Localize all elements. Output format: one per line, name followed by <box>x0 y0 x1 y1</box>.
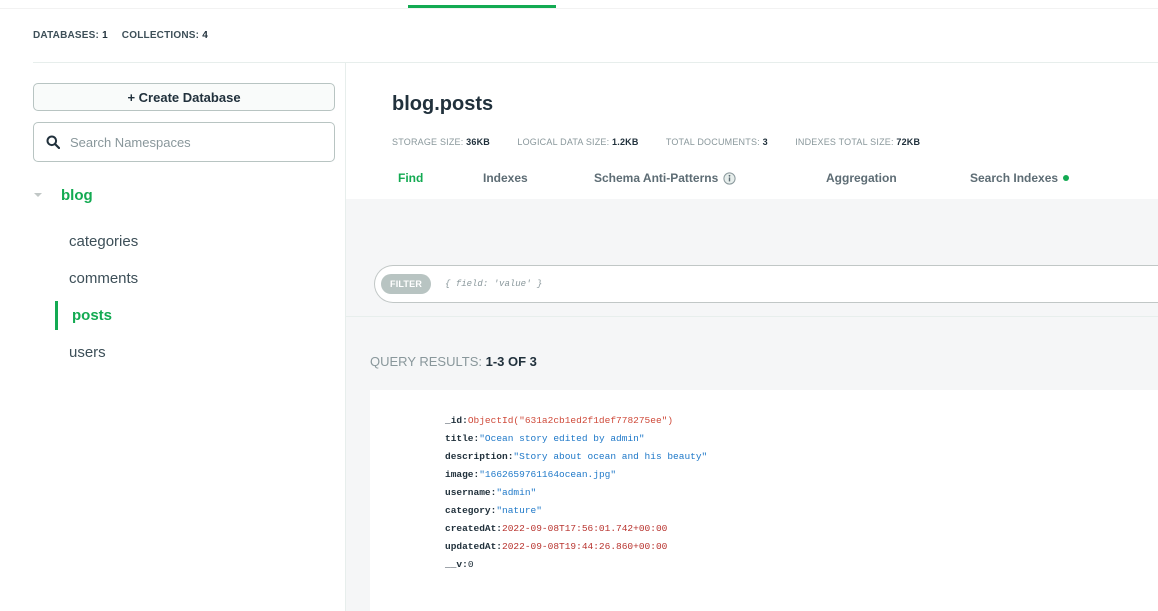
collection-tabs: Find Indexes Schema Anti-Patterns Aggreg… <box>346 169 1158 199</box>
field-key: updatedAt: <box>445 541 503 552</box>
caret-down-icon[interactable] <box>33 190 43 200</box>
tab-search-indexes-label: Search Indexes <box>970 171 1059 185</box>
tab-indexes[interactable]: Indexes <box>483 171 528 185</box>
field-value: "1662659761164ocean.jpg" <box>479 469 617 480</box>
indexes-size-label: INDEXES TOTAL SIZE: <box>795 137 894 147</box>
sidebar-db-blog[interactable]: blog <box>33 181 93 209</box>
find-panel: FILTER { field: 'value' } QUERY RESULTS:… <box>346 199 1158 611</box>
document-field-title: title:"Ocean story edited by admin" <box>445 430 707 448</box>
databases-label: DATABASES: <box>33 30 100 41</box>
document-field-username: username:"admin" <box>445 484 707 502</box>
query-results-range: 1-3 OF 3 <box>485 354 537 369</box>
create-database-button[interactable]: + Create Database <box>33 83 335 111</box>
collections-label: COLLECTIONS: <box>121 30 200 41</box>
tab-schema-label: Schema Anti-Patterns <box>594 171 719 185</box>
tab-aggregation-label: Aggregation <box>826 171 897 185</box>
sidebar-item-users[interactable]: users <box>0 334 345 371</box>
field-key: username: <box>445 487 497 498</box>
storage-size-label: STORAGE SIZE: <box>392 137 464 147</box>
document-field-updatedat: updatedAt:2022-09-08T19:44:26.860+00:00 <box>445 538 707 556</box>
field-value: "admin" <box>496 487 537 498</box>
field-key: category: <box>445 505 497 516</box>
collections-count: 4 <box>202 30 208 41</box>
tab-aggregation[interactable]: Aggregation <box>826 171 897 185</box>
sidebar-item-categories[interactable]: categories <box>0 223 345 260</box>
sidebar-item-comments[interactable]: comments <box>0 260 345 297</box>
collection-view: blog.posts STORAGE SIZE: 36KB LOGICAL DA… <box>346 63 1158 611</box>
top-divider <box>0 8 1158 9</box>
storage-size-value: 36KB <box>466 137 490 147</box>
document-fields: _id:ObjectId("631a2cb1ed2f1def778275ee")… <box>445 412 707 574</box>
tab-indexes-label: Indexes <box>483 171 528 185</box>
tab-find-label: Find <box>398 171 424 185</box>
field-value: "nature" <box>496 505 542 516</box>
filter-input[interactable]: { field: 'value' } <box>445 279 542 289</box>
document-field-description: description:"Story about ocean and his b… <box>445 448 707 466</box>
search-namespaces-box[interactable] <box>33 122 335 162</box>
document-field-id: _id:ObjectId("631a2cb1ed2f1def778275ee") <box>445 412 707 430</box>
search-namespaces-input[interactable] <box>70 134 310 150</box>
field-value: 2022-09-08T19:44:26.860+00:00 <box>502 541 668 552</box>
search-icon <box>46 135 60 149</box>
field-value: 2022-09-08T17:56:01.742+00:00 <box>502 523 668 534</box>
document-field-createdat: createdAt:2022-09-08T17:56:01.742+00:00 <box>445 520 707 538</box>
field-key: createdAt: <box>445 523 503 534</box>
total-documents-value: 3 <box>762 137 768 147</box>
field-value: "Ocean story edited by admin" <box>479 433 645 444</box>
collection-stats: STORAGE SIZE: 36KB LOGICAL DATA SIZE: 1.… <box>392 137 920 147</box>
field-value: ObjectId("631a2cb1ed2f1def778275ee") <box>467 415 674 426</box>
collection-title: blog.posts <box>392 93 494 115</box>
collection-list: categories comments posts users <box>0 223 345 371</box>
sidebar-item-posts[interactable]: posts <box>0 297 345 334</box>
query-results-text: QUERY RESULTS: <box>370 354 482 369</box>
database-name: blog <box>61 186 93 204</box>
document-field-image: image:"1662659761164ocean.jpg" <box>445 466 707 484</box>
info-icon[interactable] <box>723 171 736 185</box>
logical-size-label: LOGICAL DATA SIZE: <box>517 137 610 147</box>
field-value: 0 <box>467 559 474 570</box>
active-top-tab-indicator <box>408 0 556 8</box>
tab-search-indexes[interactable]: Search Indexes <box>970 171 1070 185</box>
field-key: description: <box>445 451 514 462</box>
field-key: _id: <box>445 415 468 426</box>
field-key: __v: <box>445 559 468 570</box>
filter-bar[interactable]: FILTER { field: 'value' } <box>374 265 1158 303</box>
tab-find[interactable]: Find <box>398 171 423 185</box>
filter-badge: FILTER <box>381 274 432 294</box>
indexes-size-value: 72KB <box>896 137 921 147</box>
logical-size-value: 1.2KB <box>612 137 639 147</box>
total-documents-label: TOTAL DOCUMENTS: <box>665 137 760 147</box>
field-key: image: <box>445 469 480 480</box>
status-dot-icon <box>1063 175 1070 181</box>
document-card[interactable]: _id:ObjectId("631a2cb1ed2f1def778275ee")… <box>370 390 1158 611</box>
databases-count: 1 <box>102 30 108 41</box>
field-key: title: <box>445 433 480 444</box>
document-field-version: __v:0 <box>445 556 707 574</box>
tab-schema-anti-patterns[interactable]: Schema Anti-Patterns <box>594 171 736 185</box>
query-results-label: QUERY RESULTS: 1-3 OF 3 <box>370 354 537 369</box>
document-field-category: category:"nature" <box>445 502 707 520</box>
field-value: "Story about ocean and his beauty" <box>513 451 708 462</box>
sidebar: + Create Database blog categories commen… <box>0 63 346 611</box>
db-summary: DATABASES: 1 COLLECTIONS: 4 <box>33 30 208 41</box>
